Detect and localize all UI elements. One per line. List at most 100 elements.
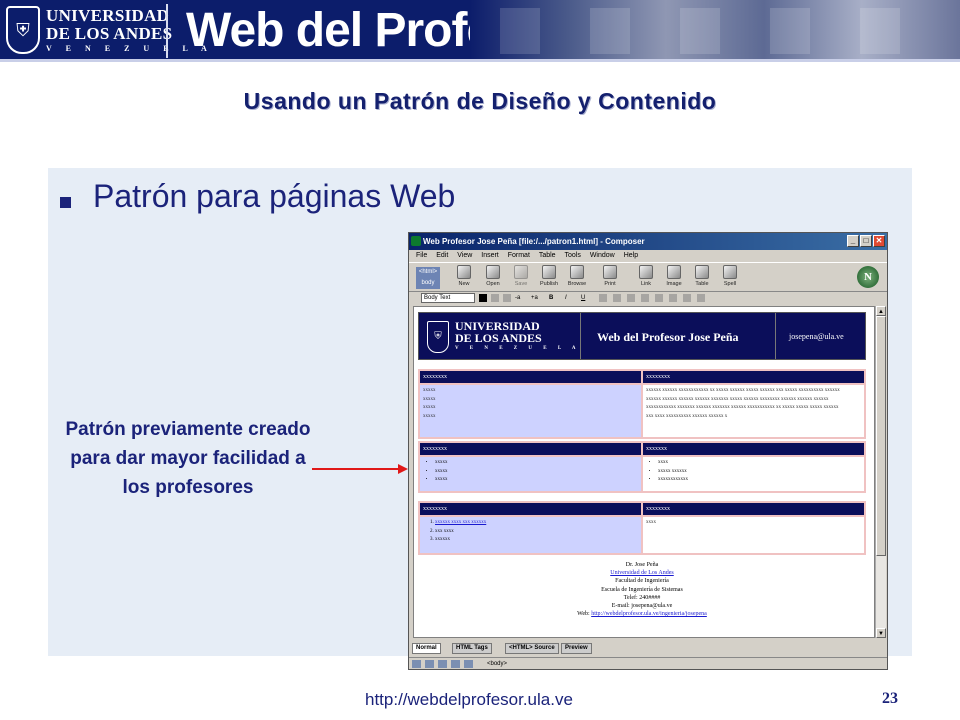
scroll-up-icon[interactable]: ▲ [876, 306, 886, 316]
publish-icon [542, 265, 556, 279]
mail-icon[interactable] [425, 660, 434, 668]
toolbar-save-button[interactable]: Save [510, 265, 532, 287]
open-icon [486, 265, 500, 279]
cell-line: xxxxx [423, 413, 436, 419]
slide-title: Usando un Patrón de Diseño y Contenido [243, 88, 717, 114]
footer-url: http://webdelprofesor.ula.ve [365, 690, 573, 709]
cell-line: xxxx [646, 520, 656, 525]
save-icon [514, 265, 528, 279]
bullet-list: xxxx xxxxx xxxxxx xxxxxxxxxxxx [658, 459, 861, 485]
university-crest-icon: ⛨ [6, 6, 40, 54]
composer-menubar: File Edit View Insert Format Table Tools… [409, 250, 887, 262]
doc-header: ⛨ UNIVERSIDAD DE LOS ANDES V E N E Z U E… [418, 312, 866, 360]
menu-format[interactable]: Format [508, 252, 530, 259]
pencil-icon[interactable] [503, 294, 511, 302]
scroll-down-icon[interactable]: ▼ [876, 628, 886, 638]
toolbar-table-button[interactable]: Table [691, 265, 713, 287]
chat-icon[interactable] [464, 660, 473, 668]
align-center-icon[interactable] [669, 294, 677, 302]
outdent-icon[interactable] [627, 294, 635, 302]
editor-document[interactable]: ⛨ UNIVERSIDAD DE LOS ANDES V E N E Z U E… [413, 306, 875, 638]
text-color-icon[interactable] [479, 294, 487, 302]
tab-preview[interactable]: Preview [561, 643, 592, 654]
footer-web-label: Web: [577, 611, 590, 618]
navigator-icon[interactable] [412, 660, 421, 668]
address-book-icon[interactable] [451, 660, 460, 668]
numbered-list-icon[interactable] [613, 294, 621, 302]
netscape-logo-icon: N [857, 266, 879, 288]
close-button[interactable]: ✕ [873, 235, 885, 247]
composer-toolbar: <html> body New Open Save Publish Browse… [409, 262, 887, 292]
bulleted-list-icon[interactable] [599, 294, 607, 302]
numbered-list: xxxxxx xxxx xxx xxxxxx xxx xxxx xxxxxx [435, 519, 638, 545]
page-number: 23 [882, 690, 898, 707]
indent-icon[interactable] [641, 294, 649, 302]
toolbar-spell-label: Spell [723, 281, 737, 287]
tab-normal[interactable]: Normal [412, 643, 441, 654]
doc-crest-icon: ⛨ [427, 321, 449, 353]
composer-window-title: Web Profesor Jose Peña [file:/.../patron… [423, 237, 645, 246]
menu-file[interactable]: File [416, 252, 427, 259]
menu-table[interactable]: Table [539, 252, 556, 259]
toolbar-image-button[interactable]: Image [663, 265, 685, 287]
cell-line: xxxxx [423, 405, 436, 410]
menu-view[interactable]: View [457, 252, 472, 259]
list-item: xxxxxxxxxxxx [658, 476, 861, 485]
body-tag-label: body [421, 280, 435, 286]
minimize-button[interactable]: _ [847, 235, 859, 247]
footer-phone: Telef: 240#### [623, 594, 661, 601]
doc-univ-country: V E N E Z U E L A [455, 346, 581, 351]
cell-line: xxxxxxxxxxxx xxxxxxx xxxxxx xxxxxxx xxxx… [646, 405, 839, 410]
menu-insert[interactable]: Insert [481, 252, 499, 259]
doc-header-divider [775, 313, 776, 359]
table-header-cell: xxxxxxxx [418, 501, 643, 517]
doc-header-title: Web del Profesor Jose Peña [597, 330, 739, 344]
scroll-thumb[interactable] [876, 316, 886, 556]
tab-html-source[interactable]: <HTML> Source [505, 643, 559, 654]
menu-edit[interactable]: Edit [436, 252, 448, 259]
align-right-icon[interactable] [683, 294, 691, 302]
new-icon [457, 265, 471, 279]
editor-mode-tabs: Normal HTML Tags <HTML> Source Preview [409, 643, 887, 654]
footer-email: E-mail: josepena@ula.ve [611, 603, 673, 610]
maximize-button[interactable]: □ [860, 235, 872, 247]
university-link[interactable]: Universidad de Los Andes [610, 570, 674, 576]
justify-icon[interactable] [697, 294, 705, 302]
vertical-scrollbar[interactable]: ▲ ▼ [875, 306, 886, 638]
composer-icon[interactable] [438, 660, 447, 668]
doc-header-email: josepena@ula.ve [789, 332, 844, 341]
callout-text: Patrón previamente creado para dar mayor… [65, 419, 311, 498]
bullet-square-icon [60, 197, 71, 208]
highlight-color-icon[interactable] [491, 294, 499, 302]
footer-web-link[interactable]: http://webdelprofesor.ula.ve/ingenieria/… [591, 611, 707, 617]
italic-button[interactable]: I [565, 292, 567, 304]
composer-app-icon [411, 236, 421, 246]
align-left-icon[interactable] [655, 294, 663, 302]
tab-html-tags[interactable]: HTML Tags [452, 643, 492, 654]
table-cell-left: xxxxx xxxxx xxxxx xxxxx [418, 383, 643, 439]
table-header-cell: xxxxxxxx [418, 441, 643, 457]
toolbar-open-button[interactable]: Open [482, 265, 504, 287]
cell-line: xxx xxxx xxxxxxxxxx xxxxxx xxxxxx x [646, 413, 728, 419]
bold-button[interactable]: B [549, 292, 553, 304]
menu-tools[interactable]: Tools [565, 252, 581, 259]
paragraph-format-select[interactable]: Body Text [421, 293, 475, 303]
footer-school: Escuela de Ingeniería de Sistemas [601, 586, 683, 593]
toolbar-new-button[interactable]: New [453, 265, 475, 287]
doc-link[interactable]: xxxxxx xxxx xxx xxxxxx [435, 520, 486, 525]
list-item: xxxxxx xxxx xxx xxxxxx [435, 519, 638, 528]
table-header-cell: xxxxxxx [641, 441, 866, 457]
decrease-font-button[interactable]: -a [515, 292, 520, 304]
toolbar-publish-button[interactable]: Publish [538, 265, 560, 287]
increase-font-button[interactable]: +a [531, 292, 538, 304]
menu-window[interactable]: Window [590, 252, 615, 259]
link-icon [639, 265, 653, 279]
toolbar-print-button[interactable]: Print [599, 265, 621, 287]
menu-help[interactable]: Help [624, 252, 638, 259]
underline-button[interactable]: U [581, 292, 585, 304]
toolbar-browse-button[interactable]: Browse [566, 265, 588, 287]
cell-line: xxxxx [423, 388, 436, 393]
toolbar-spell-button[interactable]: Spell [719, 265, 741, 287]
toolbar-link-button[interactable]: Link [635, 265, 657, 287]
table-cell-right: xxxxxx xxxxxx xxxxxxxxxxxx xx xxxxx xxxx… [641, 383, 866, 439]
